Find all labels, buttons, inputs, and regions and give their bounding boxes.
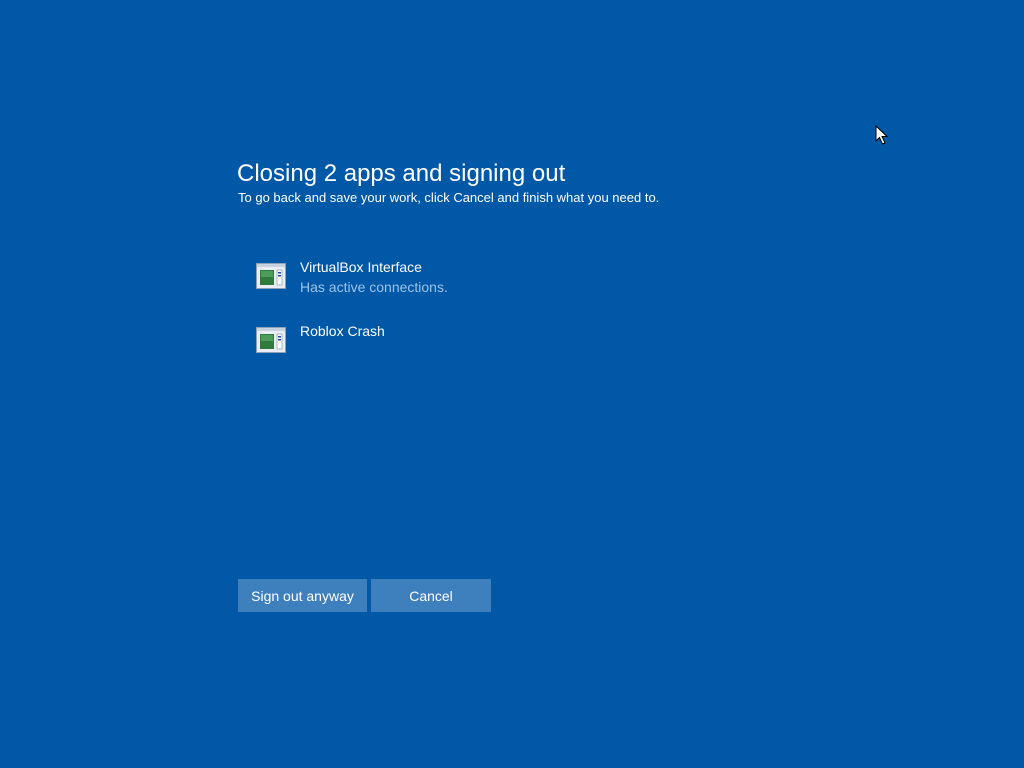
- page-subtitle: To go back and save your work, click Can…: [238, 190, 660, 205]
- app-window-icon: [256, 327, 286, 353]
- sign-out-anyway-button[interactable]: Sign out anyway: [238, 579, 367, 612]
- cancel-button[interactable]: Cancel: [371, 579, 491, 612]
- signout-screen: Closing 2 apps and signing out To go bac…: [0, 0, 1024, 768]
- app-name: VirtualBox Interface: [300, 259, 422, 275]
- app-name: Roblox Crash: [300, 323, 385, 339]
- app-status: Has active connections.: [300, 279, 448, 295]
- app-window-icon: [256, 263, 286, 289]
- page-title: Closing 2 apps and signing out: [237, 160, 566, 187]
- mouse-pointer-icon: [875, 125, 889, 145]
